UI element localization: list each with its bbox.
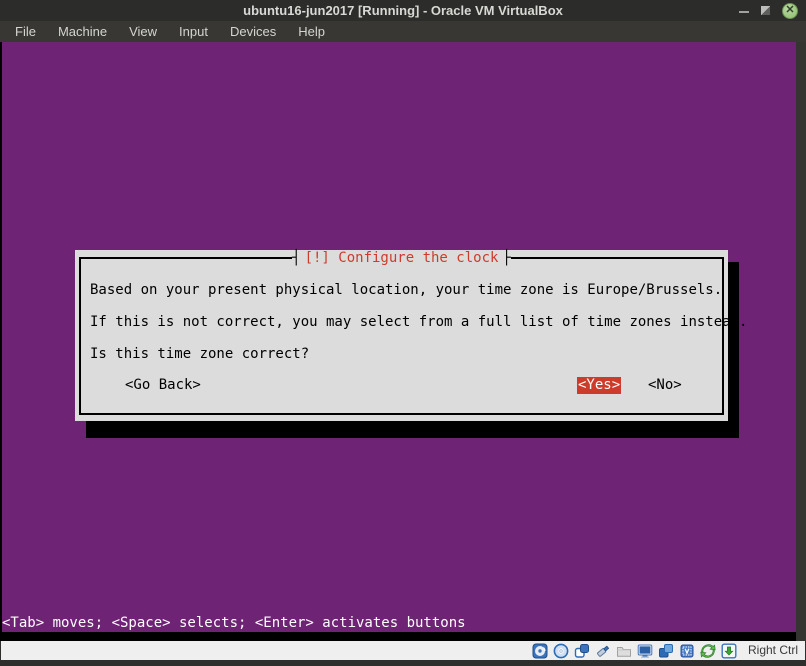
display-icon[interactable] [637, 643, 653, 659]
vm-right-margin [796, 42, 806, 641]
menu-devices[interactable]: Devices [219, 21, 287, 42]
window-controls: ✕ [710, 0, 806, 21]
shared-folders-icon[interactable] [616, 643, 632, 659]
menu-machine[interactable]: Machine [47, 21, 118, 42]
title-left-tick: ┤ [292, 250, 300, 266]
usb-icon[interactable] [595, 643, 611, 659]
minimize-icon[interactable] [739, 11, 749, 13]
dialog-text-select-list: If this is not correct, you may select f… [90, 314, 747, 331]
menubar: File Machine View Input Devices Help [0, 21, 806, 42]
vm-display-area: ┤[!] Configure the clock├ Based on your … [0, 42, 806, 641]
dialog-text-question: Is this time zone correct? [90, 346, 309, 363]
hard-disk-icon[interactable] [532, 643, 548, 659]
dialog-title: ┤[!] Configure the clock├ [75, 250, 728, 266]
menu-view[interactable]: View [118, 21, 168, 42]
statusbar: Right Ctrl [1, 641, 805, 660]
optical-disk-icon[interactable] [553, 643, 569, 659]
network-icon[interactable] [574, 643, 590, 659]
menu-input[interactable]: Input [168, 21, 219, 42]
close-icon[interactable]: ✕ [782, 3, 798, 19]
features-icon[interactable] [679, 643, 695, 659]
go-back-button[interactable]: <Go Back> [125, 377, 201, 394]
window-title: ubuntu16-jun2017 [Running] - Oracle VM V… [96, 0, 710, 21]
installer-screen: ┤[!] Configure the clock├ Based on your … [2, 42, 796, 632]
configure-clock-dialog: ┤[!] Configure the clock├ Based on your … [75, 250, 728, 421]
keyboard-capture-icon[interactable] [721, 643, 737, 659]
yes-button[interactable]: <Yes> [577, 377, 621, 394]
host-key-label: Right Ctrl [748, 641, 798, 660]
installer-help-line: <Tab> moves; <Space> selects; <Enter> ac… [2, 615, 466, 631]
menu-file[interactable]: File [4, 21, 47, 42]
title-right-tick: ├ [502, 250, 510, 266]
mouse-integration-icon[interactable] [700, 643, 716, 659]
restore-icon[interactable] [761, 6, 770, 15]
menu-help[interactable]: Help [287, 21, 336, 42]
dialog-title-text: [!] Configure the clock [301, 250, 503, 266]
titlebar: ubuntu16-jun2017 [Running] - Oracle VM V… [0, 0, 806, 21]
no-button[interactable]: <No> [648, 377, 682, 394]
video-capture-icon[interactable] [658, 643, 674, 659]
dialog-buttons-row: <Go Back> <Yes> <No> [75, 377, 728, 395]
dialog-text-timezone-detected: Based on your present physical location,… [90, 282, 722, 299]
virtualbox-window: { "window": { "title": "ubuntu16-jun2017… [0, 0, 806, 666]
